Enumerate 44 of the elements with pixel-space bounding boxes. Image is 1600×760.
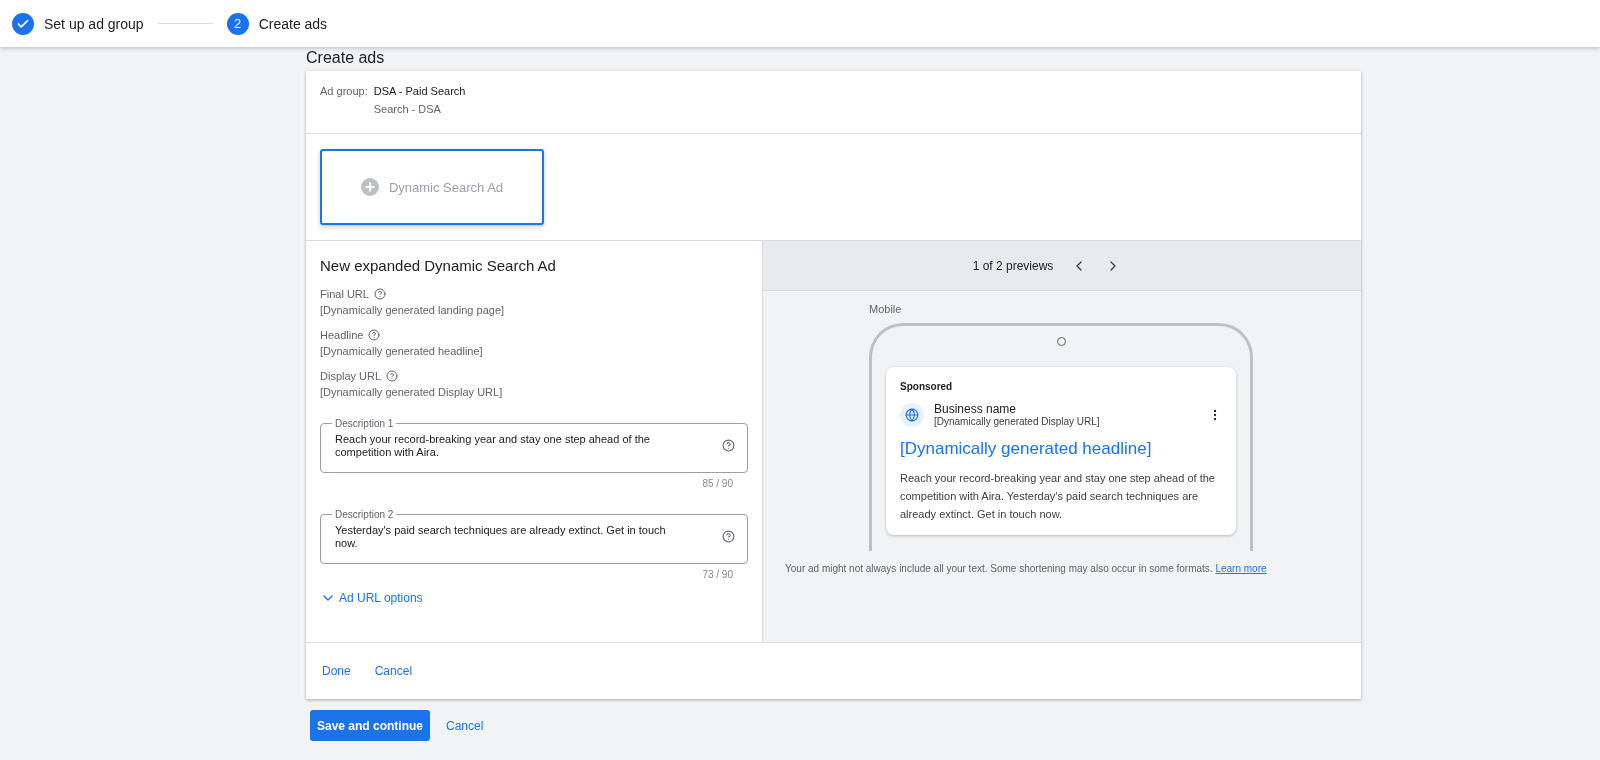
ad-headline: [Dynamically generated headline] — [900, 439, 1153, 459]
field-text: Reach your record-breaking year and stay one step ahead of the competition with Aira. — [335, 433, 651, 459]
page-title: Create ads — [306, 48, 386, 68]
ad-url-options-toggle[interactable]: Ad URL options — [320, 590, 423, 606]
description-field[interactable]: Description 2 Yesterday's paid search techniques are already extinct. Get in touch now. — [320, 509, 748, 564]
ad-group-label: Ad group: — [320, 85, 368, 99]
step-number: 2 — [226, 12, 249, 35]
description-field[interactable]: Description 1 Reach your record-breaking year and stay one step ahead of the competition with Aira. — [320, 418, 748, 473]
help-icon[interactable] — [386, 370, 399, 382]
step-label: Create ads — [258, 15, 328, 32]
step-label: Set up ad group — [44, 15, 144, 32]
field-value: [Dynamically generated Display URL] — [320, 386, 504, 398]
preview-note: Your ad might not always include all your text. Some shortening may also occur in some formats. Learn more — [785, 563, 1268, 574]
cancel-button[interactable]: Cancel — [446, 714, 484, 737]
field-label: Description 1 — [334, 418, 395, 429]
ad-description: Reach your record-breaking year and stay one step ahead of the competition with Aira. Yesterday's paid search techniques are already extinct. Get in touch now. — [900, 471, 1216, 522]
learn-more-link[interactable]: Learn more — [1215, 563, 1267, 574]
ad-group-name: DSA - Paid Search — [373, 85, 466, 97]
field-value: [Dynamically generated landing page] — [320, 304, 506, 316]
card-action-button[interactable]: Done — [322, 660, 351, 682]
globe-icon — [900, 402, 924, 427]
display-url: [Dynamically generated Display URL] — [934, 416, 1101, 427]
save-button[interactable]: Save and continue — [310, 710, 431, 741]
sponsored-label: Sponsored — [900, 381, 954, 392]
preview-counter: 1 of 2 previews — [972, 258, 1054, 273]
plus-icon — [360, 178, 379, 196]
help-icon[interactable] — [722, 439, 735, 452]
campaign-name: Search - DSA — [373, 103, 441, 115]
field-label: Headline — [320, 329, 364, 341]
character-count: 73 / 90 — [701, 569, 733, 580]
editor-title: New expanded Dynamic Search Ad — [320, 257, 557, 274]
ad-type-tile[interactable]: Dynamic Search Ad — [320, 149, 544, 225]
device-label: Mobile — [869, 303, 903, 315]
field-label: Final URL — [320, 288, 369, 300]
field-label: Display URL — [320, 370, 382, 382]
field-text: Yesterday's paid search techniques are already extinct. Get in touch now. — [335, 524, 667, 550]
character-count: 85 / 90 — [701, 478, 733, 489]
card-action-button[interactable]: Cancel — [374, 660, 413, 682]
field-label: Description 2 — [334, 509, 395, 520]
business-name: Business name — [934, 402, 1018, 416]
field-value: [Dynamically generated headline] — [320, 345, 484, 357]
help-icon[interactable] — [722, 530, 735, 543]
help-icon[interactable] — [368, 329, 381, 341]
help-icon[interactable] — [373, 288, 386, 300]
